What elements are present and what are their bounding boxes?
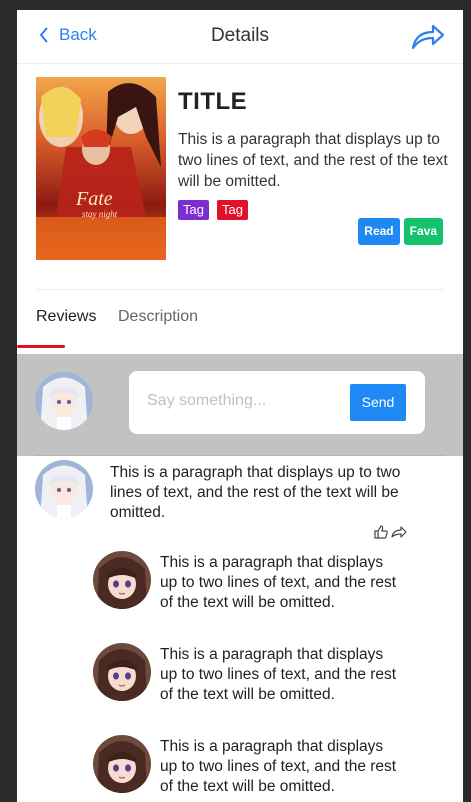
tag-list: Tag Tag — [178, 200, 448, 220]
comment-text: This is a paragraph that displays up to … — [160, 738, 397, 795]
avatar — [93, 551, 151, 609]
comment-text: This is a paragraph that displays up to … — [110, 464, 401, 521]
comment-text: This is a paragraph that displays up to … — [160, 646, 397, 703]
active-tab-indicator — [17, 345, 65, 348]
send-button[interactable]: Send — [350, 384, 406, 421]
header: Back Details — [17, 10, 463, 64]
comment-compose: Send — [17, 354, 463, 456]
thumbs-up-icon[interactable] — [373, 524, 389, 540]
comment-actions — [373, 524, 407, 540]
tab-reviews[interactable]: Reviews — [36, 308, 96, 326]
comment-input[interactable] — [147, 392, 337, 410]
favorite-button[interactable]: Fava — [403, 218, 443, 245]
tab-description[interactable]: Description — [118, 308, 198, 326]
comment-input-box: Send — [129, 371, 425, 434]
avatar — [93, 643, 151, 701]
cover-logo-subtext: stay night — [82, 209, 118, 219]
action-buttons: Read Fava — [358, 218, 443, 245]
read-button[interactable]: Read — [358, 218, 400, 245]
app-frame: Back Details Fate stay night TITLE This … — [17, 10, 463, 802]
share-icon — [411, 24, 445, 50]
tab-bar: Reviews Description — [17, 290, 463, 354]
share-button[interactable] — [411, 23, 445, 56]
reply-item: This is a paragraph that displays up to … — [17, 735, 463, 802]
page-title: Details — [210, 25, 270, 46]
detail-info: TITLE This is a paragraph that displays … — [178, 88, 448, 220]
comment-item: This is a paragraph that displays up to … — [17, 456, 463, 546]
cover-image[interactable]: Fate stay night — [36, 77, 166, 260]
tag-badge[interactable]: Tag — [216, 200, 248, 220]
detail-description: This is a paragraph that displays up to … — [178, 131, 448, 190]
reply-item: This is a paragraph that displays up to … — [17, 643, 463, 733]
tag-badge[interactable]: Tag — [178, 200, 209, 220]
comment-text: This is a paragraph that displays up to … — [160, 554, 397, 611]
share-icon[interactable] — [391, 524, 407, 540]
avatar — [35, 460, 93, 518]
cover-logo-text: Fate — [75, 188, 113, 210]
avatar — [35, 372, 93, 430]
detail-title: TITLE — [178, 88, 248, 115]
reply-item: This is a paragraph that displays up to … — [17, 551, 463, 641]
detail-card: Fate stay night TITLE This is a paragrap… — [35, 64, 448, 290]
avatar — [93, 735, 151, 793]
